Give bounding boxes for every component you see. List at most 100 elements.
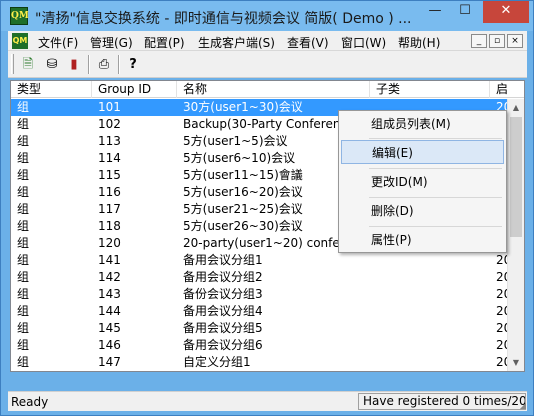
cell-subtype bbox=[370, 252, 490, 269]
cell-name: 备用会议分组2 bbox=[183, 270, 263, 284]
menu-item-member-list[interactable]: 组成员列表(M) bbox=[341, 112, 504, 136]
toolbar-separator bbox=[118, 55, 120, 74]
printer-icon[interactable]: ⎙ bbox=[93, 54, 115, 75]
cell-group-id: 146 bbox=[98, 338, 121, 352]
chart-icon[interactable]: ▮ bbox=[63, 54, 85, 75]
cell-subtype bbox=[370, 354, 490, 371]
menu-file[interactable]: 文件(F) bbox=[38, 34, 78, 51]
menu-item-change-id[interactable]: 更改ID(M) bbox=[341, 170, 504, 194]
cell-subtype bbox=[370, 286, 490, 303]
table-row[interactable]: 组 141 备用会议分组1 20 bbox=[11, 252, 511, 269]
column-header-group-id[interactable]: Group ID bbox=[92, 81, 177, 98]
cell-type: 组 bbox=[17, 253, 30, 267]
cell-type: 组 bbox=[17, 202, 30, 216]
help-icon[interactable]: ? bbox=[122, 54, 144, 75]
table-row[interactable]: 组 146 备用会议分组6 20 bbox=[11, 337, 511, 354]
menu-view[interactable]: 查看(V) bbox=[287, 34, 329, 51]
child-close-button[interactable]: × bbox=[507, 34, 523, 48]
status-text: Ready bbox=[11, 395, 49, 409]
cell-group-id: 142 bbox=[98, 270, 121, 284]
cell-subtype bbox=[370, 303, 490, 320]
cell-group-id: 144 bbox=[98, 304, 121, 318]
cell-subtype bbox=[370, 269, 490, 286]
menu-manage[interactable]: 管理(G) bbox=[90, 34, 133, 51]
menu-separator bbox=[369, 138, 502, 139]
new-document-icon[interactable]: 🗎 bbox=[17, 54, 39, 75]
table-row[interactable]: 组 144 备用会议分组4 20 bbox=[11, 303, 511, 320]
menu-item-edit[interactable]: 编辑(E) bbox=[341, 140, 504, 164]
cell-name: 备份会议分组3 bbox=[183, 287, 263, 301]
minimize-button[interactable]: — bbox=[421, 1, 449, 23]
cell-name: 自定义分组1 bbox=[183, 355, 251, 369]
cell-type: 组 bbox=[17, 321, 30, 335]
resize-grip-icon[interactable]: ◢ bbox=[520, 401, 526, 410]
cell-type: 组 bbox=[17, 151, 30, 165]
child-minimize-button[interactable]: _ bbox=[471, 34, 487, 48]
menu-generate-client[interactable]: 生成客户端(S) bbox=[198, 34, 275, 51]
window-title: "清扬"信息交换系统 - 即时通信与视频会议 简版( Demo ) ... bbox=[35, 11, 412, 27]
table-row[interactable]: 组 142 备用会议分组2 20 bbox=[11, 269, 511, 286]
list-header: 类型 Group ID 名称 子类 启 bbox=[11, 81, 524, 98]
toolbar: 🗎 ⛁ ▮ ⎙ ? bbox=[8, 51, 527, 78]
menu-help[interactable]: 帮助(H) bbox=[398, 34, 440, 51]
column-header-subtype[interactable]: 子类 bbox=[370, 81, 490, 98]
cell-group-id: 141 bbox=[98, 253, 121, 267]
cell-type: 组 bbox=[17, 134, 30, 148]
toolbar-grip[interactable] bbox=[11, 54, 14, 74]
toolbar-separator bbox=[88, 55, 90, 74]
cell-type: 组 bbox=[17, 338, 30, 352]
cell-name: 备用会议分组5 bbox=[183, 321, 263, 335]
title-bar[interactable]: QM "清扬"信息交换系统 - 即时通信与视频会议 简版( Demo ) ...… bbox=[1, 1, 533, 31]
menu-config[interactable]: 配置(P) bbox=[144, 34, 185, 51]
cell-subtype bbox=[370, 337, 490, 354]
cell-type: 组 bbox=[17, 355, 30, 369]
cell-name: 备用会议分组4 bbox=[183, 304, 263, 318]
vertical-scrollbar[interactable]: ▲ ▼ bbox=[507, 99, 524, 371]
menu-window[interactable]: 窗口(W) bbox=[341, 34, 386, 51]
cell-group-id: 101 bbox=[98, 100, 121, 114]
menu-separator bbox=[369, 168, 502, 169]
cell-group-id: 116 bbox=[98, 185, 121, 199]
cell-group-id: 114 bbox=[98, 151, 121, 165]
cell-name: 备用会议分组6 bbox=[183, 338, 263, 352]
menu-item-properties[interactable]: 属性(P) bbox=[341, 228, 504, 252]
table-row[interactable]: 组 147 自定义分组1 20 bbox=[11, 354, 511, 371]
cell-group-id: 143 bbox=[98, 287, 121, 301]
menu-bar: QM 文件(F) 管理(G) 配置(P) 生成客户端(S) 查看(V) 窗口(W… bbox=[8, 31, 527, 51]
cell-group-id: 117 bbox=[98, 202, 121, 216]
table-row[interactable]: 组 145 备用会议分组5 20 bbox=[11, 320, 511, 337]
cell-group-id: 118 bbox=[98, 219, 121, 233]
main-window: QM "清扬"信息交换系统 - 即时通信与视频会议 简版( Demo ) ...… bbox=[0, 0, 534, 416]
scroll-down-icon[interactable]: ▼ bbox=[508, 354, 524, 371]
menu-item-delete[interactable]: 删除(D) bbox=[341, 199, 504, 223]
cell-group-id: 145 bbox=[98, 321, 121, 335]
cell-group-id: 115 bbox=[98, 168, 121, 182]
cell-type: 组 bbox=[17, 304, 30, 318]
cell-type: 组 bbox=[17, 117, 30, 131]
binoculars-icon[interactable]: ⛁ bbox=[41, 54, 63, 75]
status-bar: Ready Have registered 0 times/20 ◢ bbox=[8, 391, 527, 411]
column-header-type[interactable]: 类型 bbox=[11, 81, 92, 98]
child-window-icon[interactable]: QM bbox=[12, 33, 28, 49]
cell-type: 组 bbox=[17, 236, 30, 250]
menu-separator bbox=[369, 226, 502, 227]
cell-type: 组 bbox=[17, 287, 30, 301]
cell-group-id: 147 bbox=[98, 355, 121, 369]
cell-group-id: 120 bbox=[98, 236, 121, 250]
context-menu: 组成员列表(M) 编辑(E) 更改ID(M) 删除(D) 属性(P) bbox=[338, 110, 507, 253]
table-row[interactable]: 组 143 备份会议分组3 20 bbox=[11, 286, 511, 303]
child-restore-button[interactable]: ▫ bbox=[489, 34, 505, 48]
cell-subtype bbox=[370, 320, 490, 337]
column-header-start[interactable]: 启 bbox=[490, 81, 524, 98]
column-header-name[interactable]: 名称 bbox=[177, 81, 370, 98]
maximize-button[interactable]: ☐ bbox=[451, 1, 479, 23]
cell-type: 组 bbox=[17, 100, 30, 114]
scroll-up-icon[interactable]: ▲ bbox=[508, 99, 524, 116]
cell-group-id: 113 bbox=[98, 134, 121, 148]
cell-group-id: 102 bbox=[98, 117, 121, 131]
app-logo-icon[interactable]: QM bbox=[10, 7, 29, 25]
close-button[interactable]: ✕ bbox=[483, 1, 529, 23]
scroll-thumb[interactable] bbox=[510, 117, 522, 237]
menu-separator bbox=[369, 197, 502, 198]
cell-type: 组 bbox=[17, 168, 30, 182]
